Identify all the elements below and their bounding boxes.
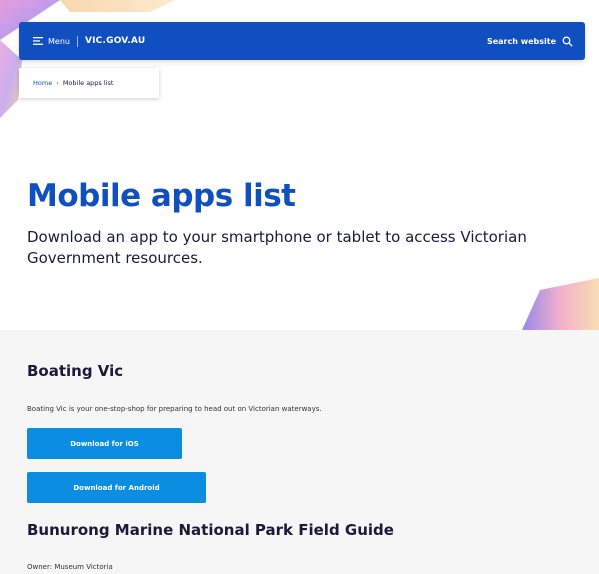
breadcrumb: Home › Mobile apps list (19, 68, 159, 98)
breadcrumb-home-link[interactable]: Home (33, 79, 52, 87)
app-description: Boating Vic is your one-stop-shop for pr… (27, 405, 322, 413)
app-owner: Owner: Museum Victoria (27, 563, 113, 571)
search-label: Search website (486, 36, 556, 46)
site-header: Menu VIC.GOV.AU Search website (19, 22, 585, 60)
download-ios-button[interactable]: Download for iOS (27, 428, 182, 459)
menu-button[interactable]: Menu VIC.GOV.AU (33, 22, 145, 60)
breadcrumb-current: Mobile apps list (62, 79, 114, 87)
search-button[interactable]: Search website (487, 22, 573, 60)
app-title: Boating Vic (27, 362, 124, 380)
hero-section: Menu VIC.GOV.AU Search website Home › Mo… (0, 0, 599, 330)
download-android-button[interactable]: Download for Android (27, 472, 206, 503)
nav-divider (76, 35, 78, 47)
page-intro: Download an app to your smartphone or ta… (27, 228, 527, 267)
search-icon (562, 36, 573, 47)
breadcrumb-separator-icon: › (56, 79, 59, 87)
site-brand-link[interactable]: VIC.GOV.AU (85, 36, 145, 46)
app-title: Bunurong Marine National Park Field Guid… (27, 521, 394, 539)
menu-label: Menu (48, 36, 70, 46)
page-title: Mobile apps list (27, 178, 296, 214)
apps-list: Boating Vic Boating Vic is your one-stop… (0, 330, 599, 574)
menu-icon (33, 37, 43, 45)
